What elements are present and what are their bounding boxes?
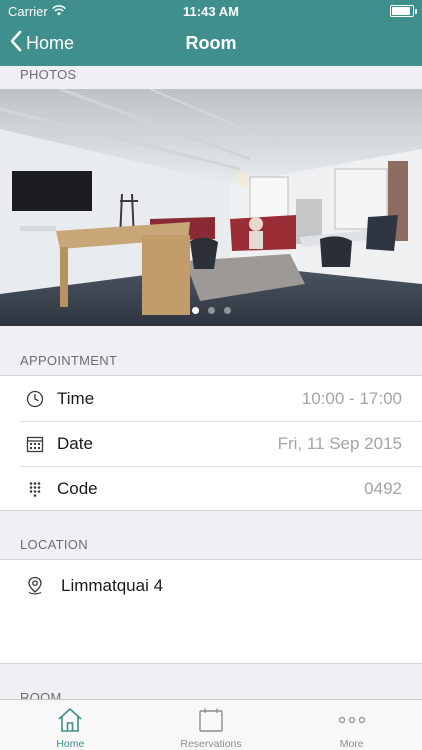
date-row[interactable]: Date Fri, 11 Sep 2015 [0,421,422,466]
tab-more-label: More [339,738,364,750]
location-pin-icon [25,575,45,597]
keypad-icon [25,479,45,499]
page-dot[interactable] [223,307,231,314]
house-icon [56,706,84,733]
address-row[interactable]: Limmatquai 4 [0,560,422,612]
code-row[interactable]: Code 0492 [0,466,422,511]
battery-icon [390,5,417,17]
room-photo-carousel[interactable] [0,89,422,326]
tab-bar: Home Reservations More [0,699,422,750]
status-time: 11:43 AM [183,4,239,19]
location-section-header: LOCATION [20,537,88,552]
page-indicator[interactable] [0,307,422,314]
room-photo [0,89,422,326]
calendar-icon [25,434,45,454]
date-label: Date [57,433,93,453]
status-bar: Carrier 11:43 AM [0,0,422,22]
tab-home-label: Home [56,738,85,750]
tab-home[interactable]: Home [0,700,141,750]
code-label: Code [57,478,98,498]
appointment-section-header: APPOINTMENT [20,353,118,368]
navigation-bar: Home Room [0,22,422,66]
page-title: Room [185,33,237,53]
page-dot[interactable] [207,307,215,314]
photos-section-header: PHOTOS [20,67,77,82]
time-label: Time [57,388,95,408]
appointment-list: Time 10:00 - 17:00 Date Fri, 11 Sep 2015… [0,375,422,511]
tab-reservations-label: Reservations [180,738,242,750]
date-value: Fri, 11 Sep 2015 [277,433,402,453]
tab-more[interactable]: More [281,700,422,750]
location-card: Limmatquai 4 [0,559,422,664]
time-value: 10:00 - 17:00 [301,388,402,408]
address-label: Limmatquai 4 [61,576,164,595]
calendar-icon [198,706,224,733]
clock-icon [25,389,45,409]
time-row[interactable]: Time 10:00 - 17:00 [0,376,422,421]
code-value: 0492 [364,478,402,498]
page-dot[interactable] [191,307,199,314]
more-dots-icon [338,706,366,733]
tab-reservations[interactable]: Reservations [141,700,282,750]
